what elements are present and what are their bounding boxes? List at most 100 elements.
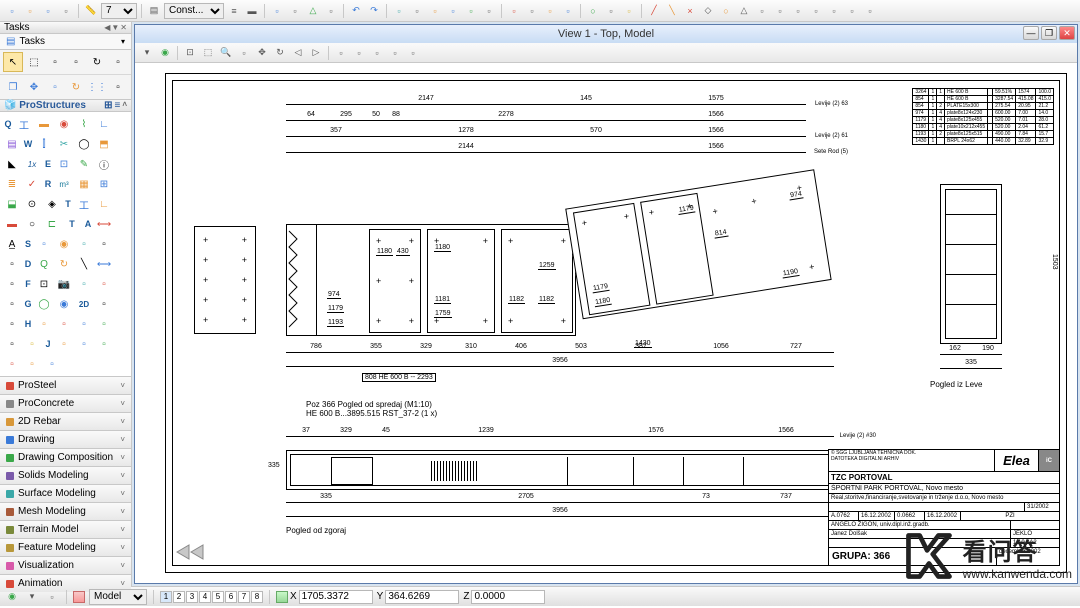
steel-shape-icon[interactable]: 工 (14, 114, 34, 134)
msg-center-icon[interactable]: ◉ (4, 589, 20, 605)
l3-icon[interactable]: ▫ (2, 274, 22, 294)
zoomout-icon[interactable]: ▫ (236, 45, 252, 61)
section-feature-modeling[interactable]: Feature Modeling˅ (0, 538, 131, 556)
tape-icon[interactable]: 📏 (83, 3, 99, 19)
clip-vol-icon[interactable]: ▫ (333, 45, 349, 61)
dim-icon[interactable]: ⟷ (94, 214, 114, 234)
window-icon[interactable]: ⬚ (200, 45, 216, 61)
snap10-icon[interactable]: ▫ (808, 3, 824, 19)
r-icon[interactable]: ↻ (54, 254, 74, 274)
acs-icon[interactable] (73, 591, 85, 603)
snap2-icon[interactable]: ╲ (664, 3, 680, 19)
notch-icon[interactable]: ⬒ (94, 134, 114, 154)
plate2-icon[interactable]: ▬ (2, 214, 22, 234)
pan-icon[interactable]: ✥ (254, 45, 270, 61)
layer-combo[interactable]: Const... (164, 3, 224, 19)
snap1-icon[interactable]: ╱ (646, 3, 662, 19)
section-solids-modeling[interactable]: Solids Modeling˅ (0, 466, 131, 484)
snap11-icon[interactable]: ▫ (826, 3, 842, 19)
section-2d-rebar[interactable]: 2D Rebar˅ (0, 412, 131, 430)
section-mesh-modeling[interactable]: Mesh Modeling˅ (0, 502, 131, 520)
copy-icon[interactable]: ❐ (3, 77, 23, 97)
view6-icon[interactable]: ▫ (481, 3, 497, 19)
view-prev-icon[interactable]: ▫ (45, 52, 65, 72)
tasks-tab[interactable]: ▤Tasks ▾ (0, 34, 131, 50)
save-icon[interactable]: ▫ (40, 3, 56, 19)
drill-icon[interactable]: ◯ (74, 134, 94, 154)
prostructures-header[interactable]: 🧊 ProStructures ⊞≡˄ (0, 99, 131, 112)
view-nav-arrows[interactable] (173, 537, 207, 567)
hss-icon[interactable]: 工 (74, 194, 94, 214)
grid-icon[interactable]: ▫ (287, 3, 303, 19)
tools-icon[interactable]: ▫ (560, 3, 576, 19)
g4-icon[interactable]: ▫ (94, 294, 114, 314)
cut-icon[interactable]: ✂ (54, 134, 74, 154)
fence-place-icon[interactable]: ⬚ (24, 52, 44, 72)
fit-icon[interactable]: ⊡ (182, 45, 198, 61)
frame-icon[interactable]: ▦ (74, 174, 94, 194)
view-toggle-7[interactable]: 7 (238, 591, 250, 603)
stair-icon[interactable]: ▤ (2, 134, 22, 154)
bolt-icon[interactable]: ◉ (54, 114, 74, 134)
twod-icon[interactable]: 2D (74, 294, 94, 314)
y-input[interactable] (385, 590, 459, 604)
handrail-icon[interactable]: ⫿ (34, 134, 54, 154)
move-icon[interactable]: ✥ (24, 77, 44, 97)
group-icon[interactable]: ⊡ (54, 154, 74, 174)
snap6-icon[interactable]: △ (736, 3, 752, 19)
j5-icon[interactable]: ▫ (22, 354, 42, 374)
measure-icon[interactable]: ▫ (621, 3, 637, 19)
f5-icon[interactable]: ▫ (2, 294, 22, 314)
h4-icon[interactable]: ▫ (94, 314, 114, 334)
accudraw-icon[interactable]: △ (305, 3, 321, 19)
print-icon[interactable]: ▫ (58, 3, 74, 19)
f3-icon[interactable]: ▫ (74, 274, 94, 294)
snap4-icon[interactable]: ◇ (700, 3, 716, 19)
label-icon[interactable]: A̲ (2, 234, 22, 254)
snap8-icon[interactable]: ▫ (772, 3, 788, 19)
j3-icon[interactable]: ▫ (94, 334, 114, 354)
view3-icon[interactable]: ▫ (427, 3, 443, 19)
check-icon[interactable]: ✓ (22, 174, 42, 194)
angle-icon[interactable]: ∟ (94, 194, 114, 214)
snap12-icon[interactable]: ▫ (844, 3, 860, 19)
modify-icon[interactable]: ✎ (74, 154, 94, 174)
detail-icon[interactable]: ⊙ (22, 194, 42, 214)
drw2-icon[interactable]: ◉ (54, 234, 74, 254)
weld-icon[interactable]: ⌇ (74, 114, 94, 134)
view-toggle-2[interactable]: 2 (173, 591, 185, 603)
drw5-icon[interactable]: ▫ (2, 254, 22, 274)
drawing-canvas[interactable]: 326411HE 600 B59.51%1574100.08541HE 600 … (135, 63, 1077, 583)
view-next-icon[interactable]: ▫ (66, 52, 86, 72)
camera-icon[interactable]: ▫ (369, 45, 385, 61)
select-icon[interactable]: ▫ (603, 3, 619, 19)
grid-icon[interactable]: ⊞ (94, 174, 114, 194)
section-drawing[interactable]: Drawing˅ (0, 430, 131, 448)
model-combo[interactable]: Model (89, 589, 147, 605)
view-toggle-4[interactable]: 4 (199, 591, 211, 603)
tee-icon[interactable]: T (62, 214, 82, 234)
render-icon[interactable]: ▫ (506, 3, 522, 19)
snap5-icon[interactable]: ○ (718, 3, 734, 19)
view-prev2-icon[interactable]: ◁ (290, 45, 306, 61)
l2-icon[interactable]: ⟷ (94, 254, 114, 274)
close-icon[interactable]: ✕ (1059, 26, 1075, 40)
section-surface-modeling[interactable]: Surface Modeling˅ (0, 484, 131, 502)
mirror-icon[interactable]: ▫ (45, 77, 65, 97)
running-icon[interactable]: ▾ (24, 589, 40, 605)
view3d-icon[interactable]: ◈ (42, 194, 62, 214)
saved-view-icon[interactable]: ▫ (387, 45, 403, 61)
g5-icon[interactable]: ▫ (2, 314, 22, 334)
drw3-icon[interactable]: ▫ (74, 234, 94, 254)
h6-icon[interactable]: ▫ (22, 334, 42, 354)
partlist-icon[interactable]: ≣ (2, 174, 22, 194)
view4-icon[interactable]: ▫ (445, 3, 461, 19)
new-icon[interactable]: ▫ (4, 3, 20, 19)
j2-icon[interactable]: ▫ (74, 334, 94, 354)
h3-icon[interactable]: ▫ (74, 314, 94, 334)
open-icon[interactable]: ▫ (22, 3, 38, 19)
x-input[interactable] (299, 590, 373, 604)
clip-mask-icon[interactable]: ▫ (351, 45, 367, 61)
h5-icon[interactable]: ▫ (2, 334, 22, 354)
view-toggle-5[interactable]: 5 (212, 591, 224, 603)
